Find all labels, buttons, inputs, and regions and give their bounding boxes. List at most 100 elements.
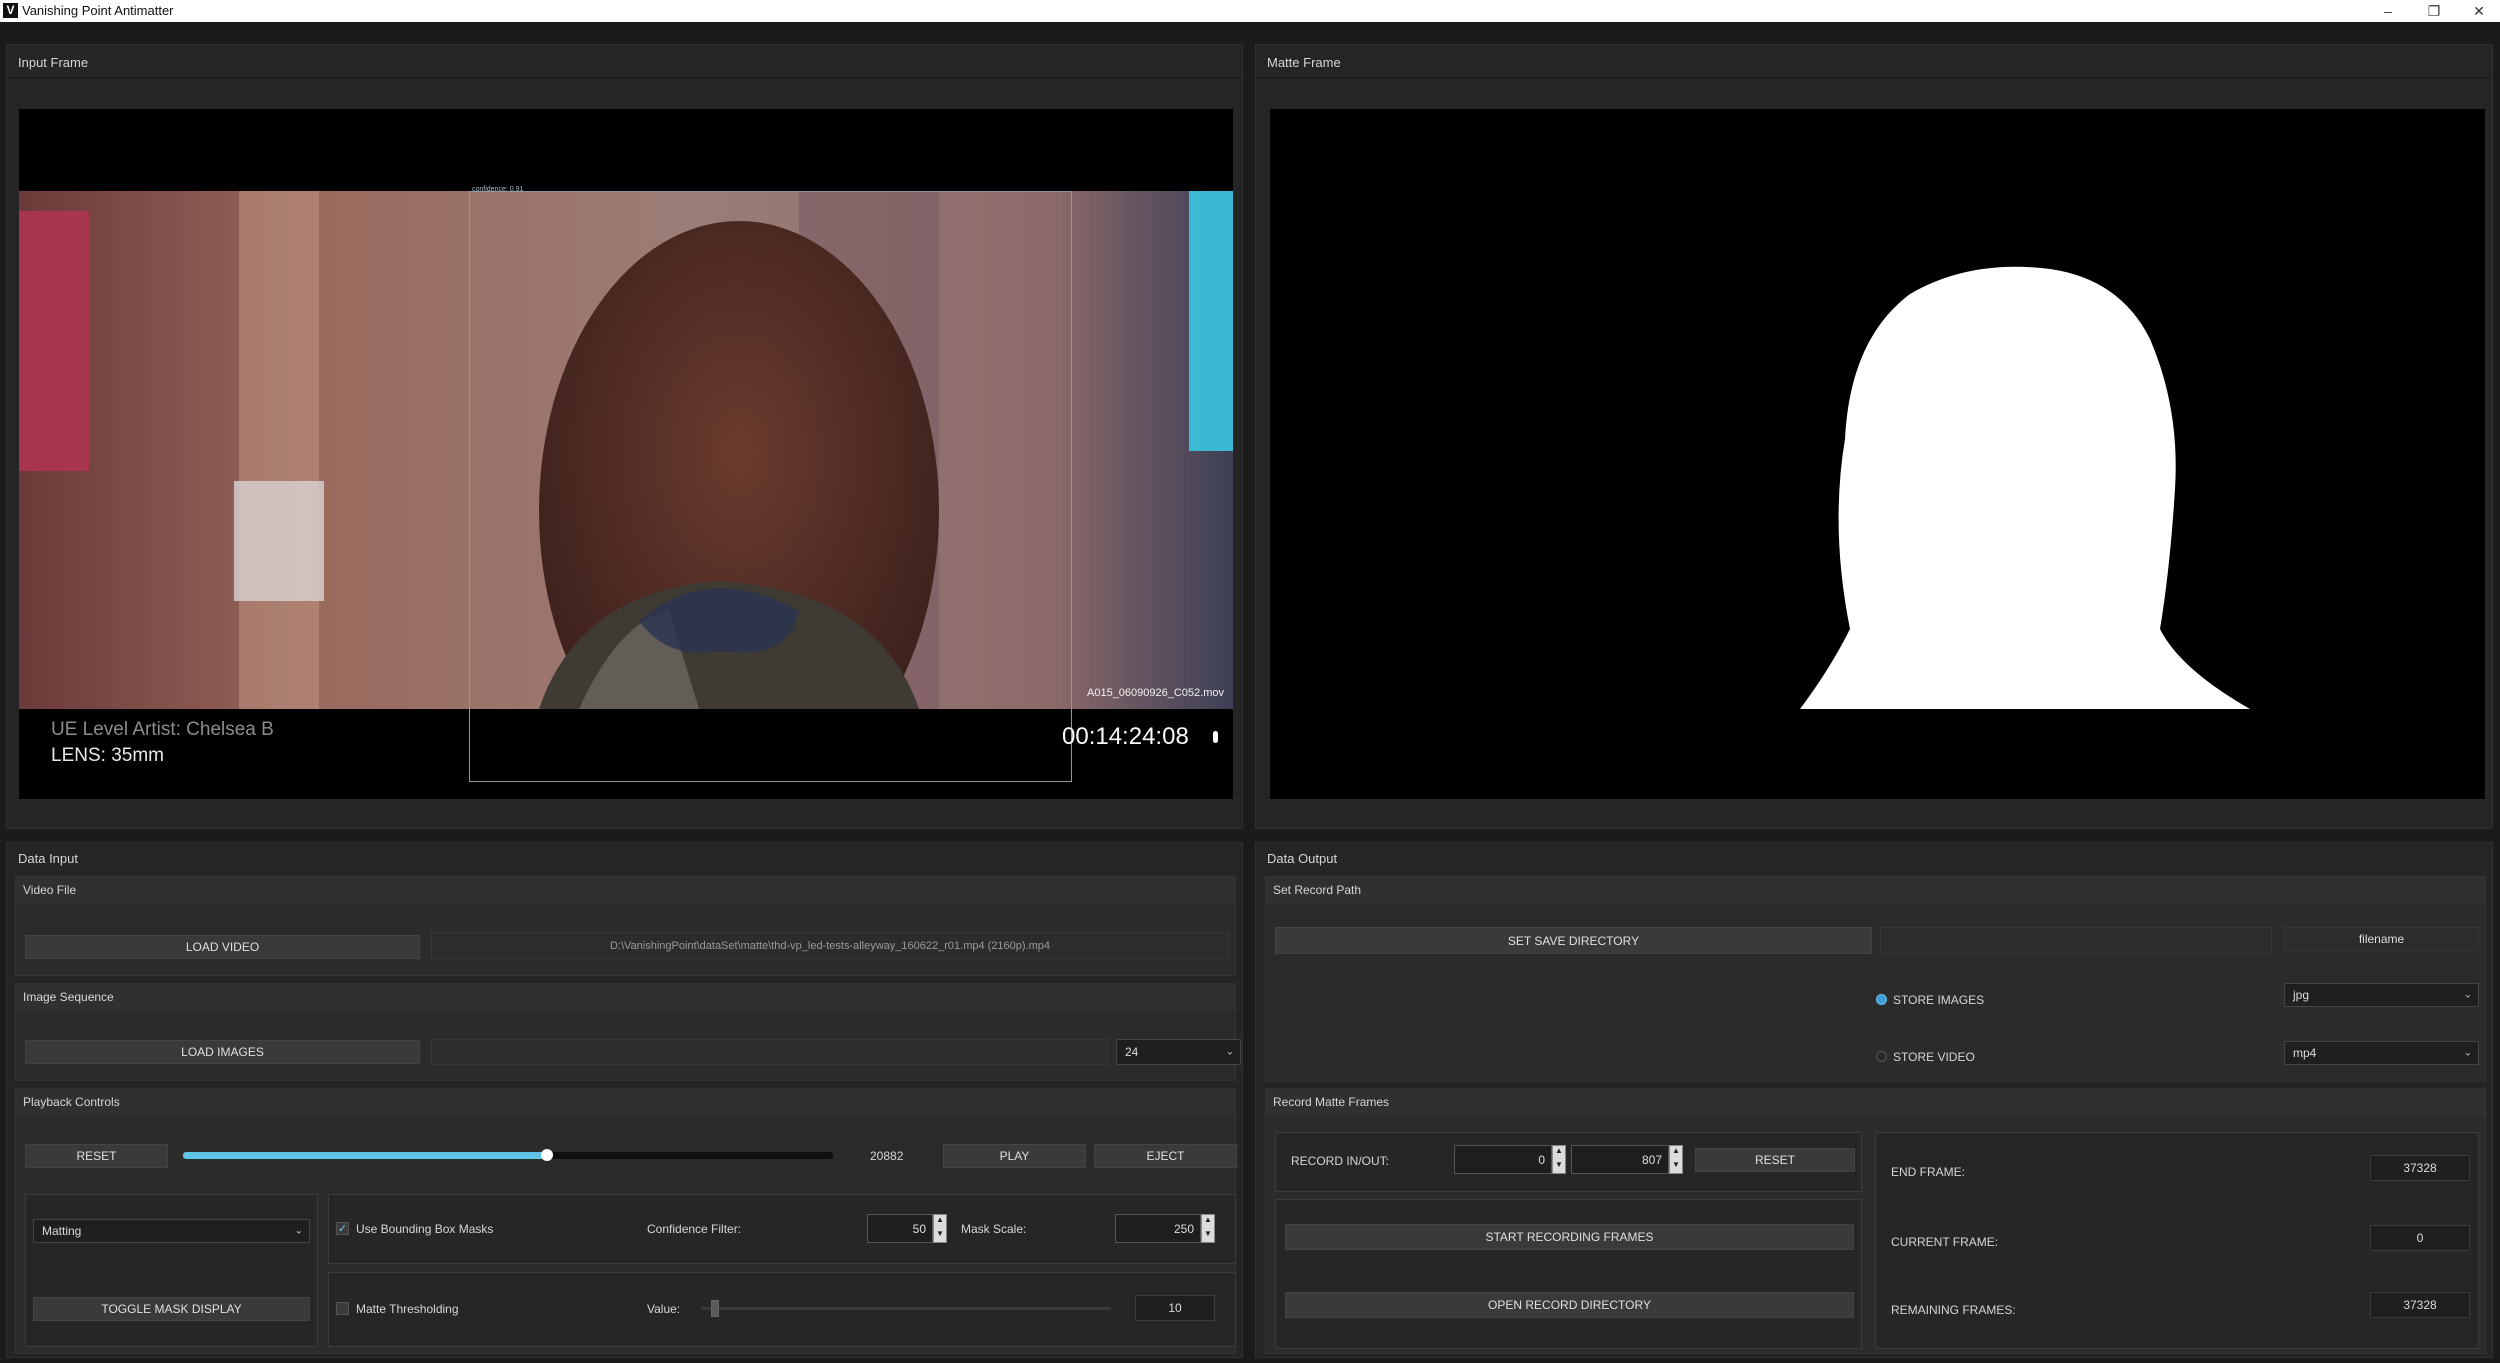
record-indicator-icon [1213,731,1218,743]
slider-handle[interactable] [541,1149,553,1161]
end-frame-label: END FRAME: [1891,1165,1966,1179]
playback-reset-button[interactable]: RESET [25,1144,168,1168]
mode-select[interactable]: Matting ⌄ [33,1219,310,1243]
video-file-header: Video File [16,877,1235,903]
artist-overlay: UE Level Artist: Chelsea B [51,719,274,740]
minimize-button[interactable]: – [2365,0,2411,22]
filename-field[interactable]: filename [2284,927,2479,951]
matte-frame-panel: Matte Frame [1255,44,2493,829]
divider [7,77,1242,79]
confidence-tag: confidence: 0.91 [472,186,524,193]
open-record-directory-button[interactable]: OPEN RECORD DIRECTORY [1285,1292,1854,1318]
restore-button[interactable]: ❐ [2411,0,2457,22]
video-file-header-label: Video File [23,883,77,897]
play-button[interactable]: PLAY [943,1144,1086,1168]
record-reset-button[interactable]: RESET [1695,1148,1855,1172]
mask-scale-label: Mask Scale: [961,1222,1027,1236]
fps-select[interactable]: 24 ⌄ [1116,1039,1241,1065]
end-frame-value: 37328 [2370,1155,2470,1181]
close-button[interactable]: ✕ [2456,0,2500,22]
filename-overlay: A015_06090926_C052.mov [1087,687,1225,699]
confidence-filter-input[interactable]: 50 [867,1214,933,1243]
record-path-section: Set Record Path SET SAVE DIRECTORY filen… [1265,876,2486,1082]
record-out-spinner[interactable]: ▲ ▼ [1669,1145,1683,1174]
playback-controls-section: Playback Controls RESET 20882 PLAY EJECT… [15,1088,1237,1354]
record-path-header-label: Set Record Path [1273,883,1362,897]
chevron-down-icon: ⌄ [2463,1047,2472,1059]
threshold-slider-handle[interactable] [711,1300,719,1317]
toggle-mask-display-button[interactable]: TOGGLE MASK DISPLAY [33,1297,310,1321]
store-images-radio[interactable] [1876,994,1887,1005]
use-bbox-label: Use Bounding Box Masks [356,1222,494,1236]
matte-frame-title: Matte Frame [1267,55,1341,70]
set-save-directory-button[interactable]: SET SAVE DIRECTORY [1275,927,1872,954]
matte-viewport[interactable] [1270,109,2485,799]
chevron-down-icon: ⌄ [1225,1046,1234,1058]
data-input-panel: Data Input Video File LOAD VIDEO D:\Vani… [6,842,1243,1358]
store-images-label: STORE IMAGES [1893,993,1985,1007]
video-file-section: Video File LOAD VIDEO D:\VanishingPoint\… [15,876,1236,976]
mask-scale-input[interactable]: 250 [1115,1214,1201,1243]
image-path-field[interactable] [431,1039,1108,1065]
image-sequence-section: Image Sequence LOAD IMAGES 24 ⌄ [15,983,1241,1081]
load-video-button[interactable]: LOAD VIDEO [25,935,420,959]
image-format-select[interactable]: jpg ⌄ [2284,983,2479,1007]
remaining-frames-label: REMAINING FRAMES: [1891,1303,2016,1317]
threshold-slider[interactable] [701,1300,1111,1317]
app-logo-icon: V [3,3,18,18]
eject-button[interactable]: EJECT [1094,1144,1237,1168]
playback-header: Playback Controls [16,1089,1235,1115]
data-input-title: Data Input [18,851,78,866]
record-in-spinner[interactable]: ▲ ▼ [1552,1145,1566,1174]
title-bar: V Vanishing Point Antimatter – ❐ ✕ [0,0,2500,22]
video-path-field[interactable]: D:\VanishingPoint\dataSet\matte\thd-vp_l… [431,932,1229,959]
matte-threshold-checkbox[interactable] [336,1302,349,1315]
matte-threshold-row: Matte Thresholding Value: 10 [328,1272,1236,1347]
current-frame-value: 0 [2370,1225,2470,1251]
record-path-header: Set Record Path [1266,877,2485,903]
value-label: Value: [647,1302,681,1316]
frame-stats-box: END FRAME: 37328 CURRENT FRAME: 0 REMAIN… [1875,1132,2479,1349]
record-in-out-label: RECORD IN/OUT: [1291,1154,1390,1168]
threshold-value-display[interactable]: 10 [1135,1295,1215,1321]
record-matte-section: Record Matte Frames RECORD IN/OUT: 0 ▲ ▼ … [1265,1088,2486,1354]
confidence-filter-label: Confidence Filter: [647,1222,742,1236]
image-format-value: jpg [2293,988,2310,1002]
video-format-select[interactable]: mp4 ⌄ [2284,1041,2479,1065]
data-output-title: Data Output [1267,851,1338,866]
image-sequence-header: Image Sequence [16,984,1235,1010]
window-title: Vanishing Point Antimatter [22,3,174,18]
playback-slider[interactable] [183,1149,833,1161]
confidence-spinner[interactable]: ▲ ▼ [933,1214,947,1243]
record-matte-header: Record Matte Frames [1266,1089,2485,1115]
record-in-out-box: RECORD IN/OUT: 0 ▲ ▼ 807 ▲ ▼ RESET [1275,1132,1862,1192]
start-recording-button[interactable]: START RECORDING FRAMES [1285,1224,1854,1250]
current-frame-label: CURRENT FRAME: [1891,1235,1999,1249]
chevron-down-icon: ⌄ [294,1225,303,1237]
store-video-radio[interactable] [1876,1051,1887,1062]
frame-counter: 20882 [870,1149,904,1163]
divider [1256,77,2492,79]
image-sequence-header-label: Image Sequence [23,990,114,1004]
load-images-button[interactable]: LOAD IMAGES [25,1040,420,1064]
store-video-label: STORE VIDEO [1893,1050,1975,1064]
save-directory-field[interactable] [1880,927,2272,954]
lens-overlay: LENS: 35mm [51,745,164,766]
input-video-viewport[interactable]: confidence: 0.91 A015_06090926_C052.mov … [19,109,1233,799]
chevron-down-icon: ⌄ [2463,989,2472,1001]
record-out-input[interactable]: 807 [1571,1145,1669,1174]
slider-fill [183,1152,547,1159]
input-frame-title: Input Frame [18,55,89,70]
mode-value: Matting [42,1224,82,1238]
bounding-box-overlay: confidence: 0.91 [469,186,1072,782]
matte-threshold-label: Matte Thresholding [356,1302,459,1316]
mask-scale-spinner[interactable]: ▲ ▼ [1201,1214,1215,1243]
mode-box: Matting ⌄ TOGGLE MASK DISPLAY [25,1194,318,1347]
playback-header-label: Playback Controls [23,1095,120,1109]
use-bbox-checkbox[interactable]: ✓ [336,1222,349,1235]
timecode-overlay: 00:14:24:08 [1062,723,1189,750]
fps-value: 24 [1125,1045,1139,1059]
record-in-input[interactable]: 0 [1454,1145,1552,1174]
data-output-panel: Data Output Set Record Path SET SAVE DIR… [1255,842,2493,1358]
record-matte-header-label: Record Matte Frames [1273,1095,1390,1109]
